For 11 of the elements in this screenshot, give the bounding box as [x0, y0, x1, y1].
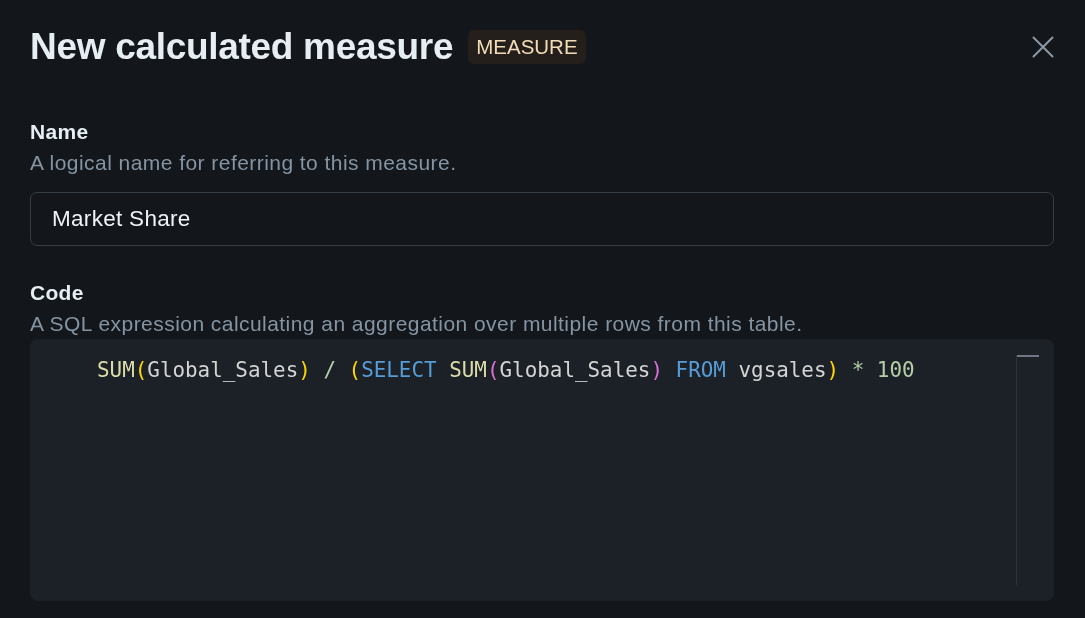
- code-editor[interactable]: SUM(Global_Sales) / (SELECT SUM(Global_Sales) FROM vgsales) * 100: [30, 339, 1054, 601]
- dialog-title: New calculated measure: [30, 26, 454, 68]
- type-badge: MEASURE: [468, 30, 586, 64]
- field-label: Name: [30, 120, 90, 144]
- field-description: A logical name for referring to this measure.: [30, 151, 458, 175]
- name-input[interactable]: Market Share: [30, 192, 1054, 246]
- close-icon: [1032, 36, 1054, 58]
- field-label: Code: [30, 281, 85, 305]
- scrollbar[interactable]: [1016, 355, 1039, 585]
- field-description: A SQL expression calculating an aggregation over multiple rows from this table.: [30, 312, 804, 336]
- code-line: SUM(Global_Sales) / (SELECT SUM(Global_Sales) FROM vgsales) * 100: [97, 357, 916, 384]
